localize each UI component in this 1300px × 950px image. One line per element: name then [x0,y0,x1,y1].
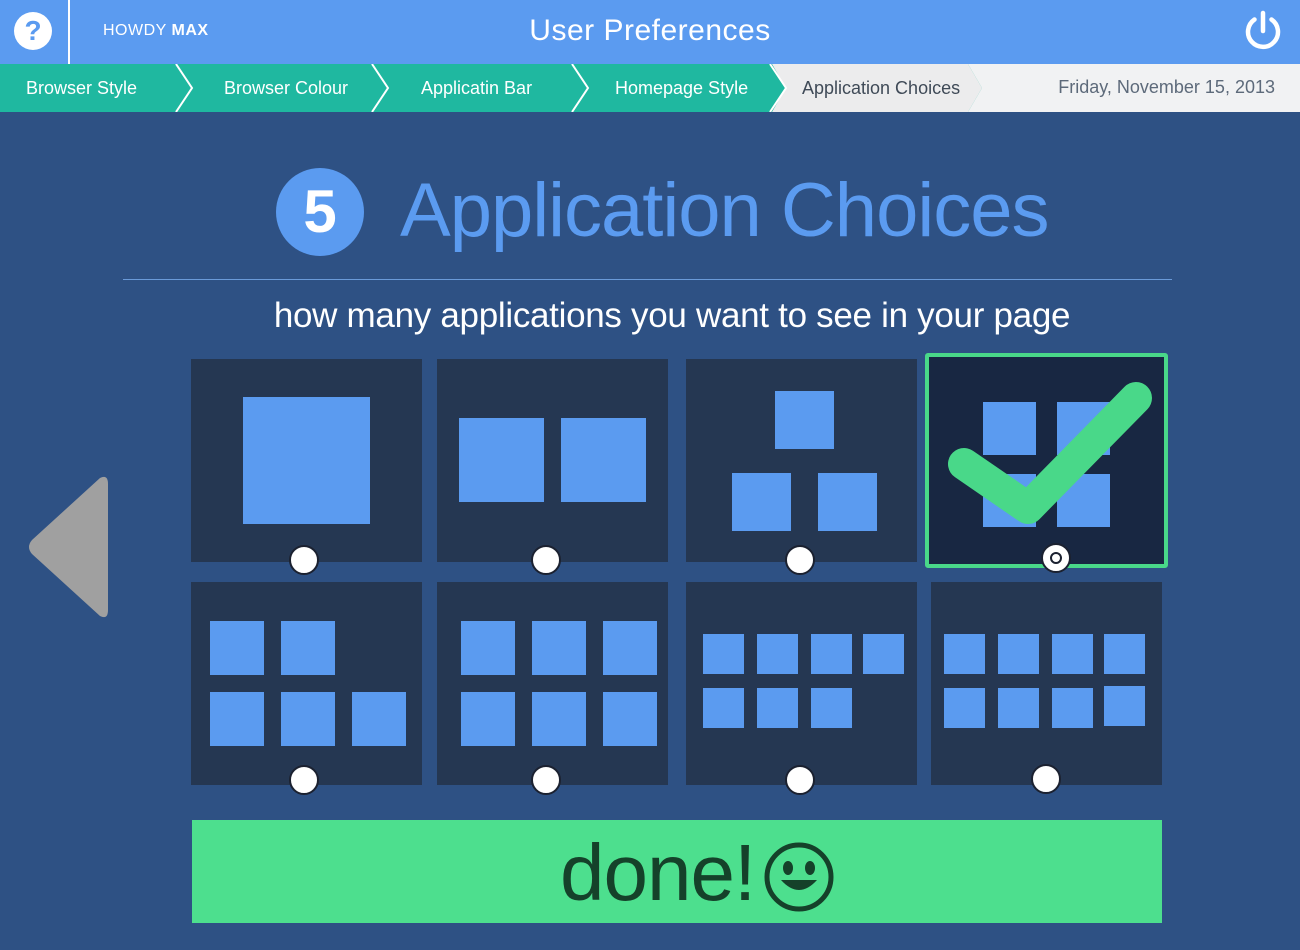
app-square [532,692,586,746]
option-tile-7-apps[interactable] [686,582,917,785]
checkmark-icon [948,382,1152,524]
option-radio-8[interactable] [1031,764,1061,794]
step-question: how many applications you want to see in… [273,296,1071,335]
app-square [281,692,335,746]
app-square [243,397,370,524]
app-square [1104,634,1145,674]
app-square [603,621,657,675]
top-bar: ? HOWDY MAX User Preferences [0,0,1300,64]
done-button[interactable]: done! [192,820,1162,923]
app-square [459,418,544,502]
breadcrumb-item-browser-colour[interactable]: Browser Colour [224,64,348,112]
app-square [703,688,744,728]
app-square [775,391,834,449]
option-radio-6[interactable] [531,765,561,795]
power-icon[interactable] [1242,10,1284,52]
app-square [210,621,264,675]
option-tile-1-app[interactable] [191,359,422,562]
app-square [281,621,335,675]
app-square [603,692,657,746]
app-square [703,634,744,674]
app-square [998,634,1039,674]
option-radio-3[interactable] [785,545,815,575]
triangle-left-icon[interactable] [26,474,110,620]
app-square [1052,688,1093,728]
divider [123,279,1172,280]
app-square [944,688,985,728]
option-radio-7[interactable] [785,765,815,795]
page-title: User Preferences [529,14,771,47]
breadcrumb-item-browser-style[interactable]: Browser Style [26,64,137,112]
breadcrumb: Browser Style Browser Colour Applicatin … [0,64,1300,112]
app-square [461,621,515,675]
breadcrumb-item-application-bar[interactable]: Applicatin Bar [421,64,532,112]
app-square [732,473,791,531]
current-date: Friday, November 15, 2013 [1058,77,1275,97]
app-square [461,692,515,746]
option-tile-3-apps[interactable] [686,359,917,562]
option-radio-2[interactable] [531,545,561,575]
app-square [210,692,264,746]
app-square [811,688,852,728]
app-square [1052,634,1093,674]
app-square [757,688,798,728]
option-tile-2-apps[interactable] [437,359,668,562]
option-radio-4-checked[interactable] [1041,543,1071,573]
step-number-badge: 5 [276,168,364,256]
app-square [818,473,877,531]
option-radio-1[interactable] [289,545,319,575]
app-square [863,634,904,674]
app-square [561,418,646,502]
step-title: Application Choices [400,168,1049,253]
smiley-face-icon [764,842,834,912]
option-tile-5-apps[interactable] [191,582,422,785]
breadcrumb-item-application-choices: Application Choices [802,78,961,98]
option-tile-6-apps[interactable] [437,582,668,785]
breadcrumb-item-homepage-style[interactable]: Homepage Style [615,64,748,112]
done-button-label: done! [560,828,756,917]
app-square [811,634,852,674]
app-square [998,688,1039,728]
app-square [532,621,586,675]
app-square [1104,686,1145,726]
app-square [757,634,798,674]
option-tile-8-apps[interactable] [931,582,1162,785]
app-square [352,692,406,746]
option-radio-5[interactable] [289,765,319,795]
app-square [944,634,985,674]
